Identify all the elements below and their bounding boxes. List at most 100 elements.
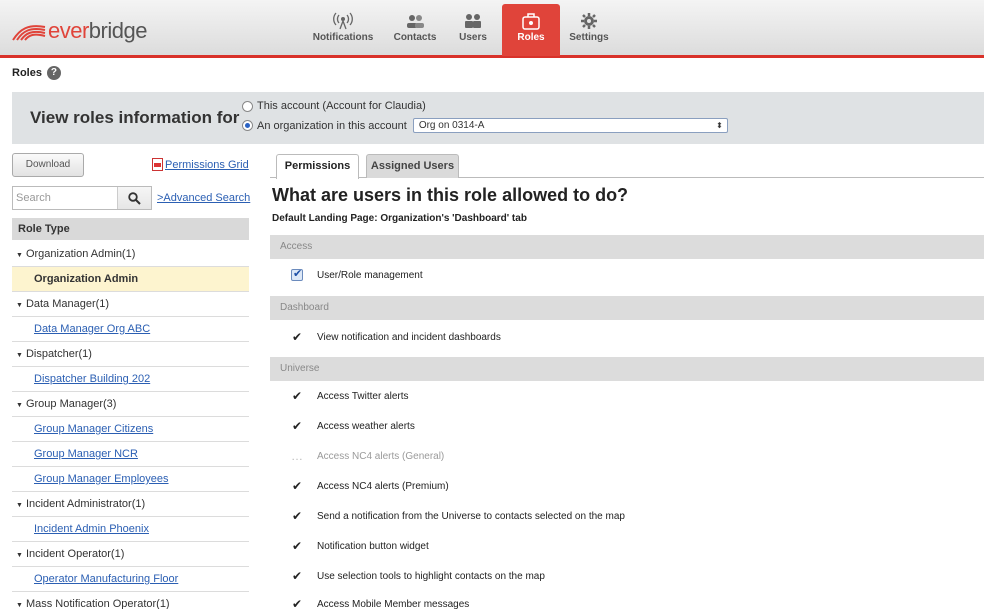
role-item-label[interactable]: Incident Admin Phoenix [34,523,149,535]
tab-assigned-users[interactable]: Assigned Users [366,154,459,178]
search-button[interactable] [117,187,151,209]
role-item-label[interactable]: Organization Admin [34,273,138,285]
users-icon [463,10,483,32]
nav-label: Notifications [312,32,374,43]
page-title: Roles ? [12,66,61,80]
role-type-header: Role Type [12,218,249,240]
role-item-link[interactable]: Operator Manufacturing Floor [12,567,249,592]
permission-label: Notification button widget [317,540,429,552]
broadcast-icon [333,10,353,32]
checkbox-checked[interactable] [291,267,303,281]
permission-row: … Access NC4 alerts (General) [290,449,444,463]
permission-row: ✔ Use selection tools to highlight contac… [290,569,545,583]
role-group-label: Group Manager(3) [25,398,117,410]
role-item-label[interactable]: Operator Manufacturing Floor [34,573,178,585]
radio-this-account[interactable]: This account (Account for Claudia) [242,100,426,112]
role-group[interactable]: ▼ Organization Admin(1) [12,242,249,267]
role-group-label: Dispatcher(1) [25,348,92,360]
permission-row: ✔ View notification and incident dashboar… [290,330,501,344]
nav-notifications[interactable]: Notifications [300,4,386,56]
nav-label: Settings [569,32,609,43]
search-icon [128,191,141,205]
nav-label: Contacts [393,32,437,43]
role-item-link[interactable]: Dispatcher Building 202 [12,367,249,392]
help-icon[interactable]: ? [46,66,61,80]
permission-row[interactable]: User/Role management [290,267,423,281]
permission-label: Access NC4 alerts (Premium) [317,480,449,492]
top-bar: everbridge Notifications Contacts Users … [0,0,984,58]
radio-organization[interactable]: An organization in this account Org on 0… [242,118,728,133]
permission-label: Access Twitter alerts [317,390,409,402]
checkmark-icon: ✔ [291,509,303,523]
role-group[interactable]: ▼ Dispatcher(1) [12,342,249,367]
permission-label: Access weather alerts [317,420,415,432]
role-group[interactable]: ▼ Incident Operator(1) [12,542,249,567]
role-item-label[interactable]: Group Manager Citizens [34,423,153,435]
permissions-grid-link[interactable]: Permissions Grid [152,158,249,171]
permission-checkbox[interactable] [290,267,304,281]
download-button[interactable]: Download [12,153,84,177]
role-group[interactable]: ▼ Group Manager(3) [12,392,249,417]
role-group-label: Incident Administrator(1) [25,498,146,510]
role-group-label: Organization Admin(1) [25,248,136,260]
role-item-label[interactable]: Group Manager NCR [34,448,138,460]
expand-triangle-icon[interactable]: ▼ [16,402,23,409]
nav-users[interactable]: Users [444,4,502,56]
not-granted-icon: … [291,449,303,463]
radio-label: This account (Account for Claudia) [257,100,426,112]
organization-select-value: Org on 0314-A [418,120,485,131]
organization-select[interactable]: Org on 0314-A ⬍ [412,118,728,133]
role-item-link[interactable]: Group Manager Employees [12,467,249,492]
role-item-label[interactable]: Data Manager Org ABC [34,323,150,335]
nav-settings[interactable]: Settings [560,4,618,56]
view-roles-title: View roles information for [30,108,240,127]
section-header-dashboard: Dashboard [270,296,984,320]
permission-row: ✔ Access NC4 alerts (Premium) [290,479,449,493]
radio-button-selected[interactable] [242,120,253,131]
role-item-link[interactable]: Incident Admin Phoenix [12,517,249,542]
role-item-link[interactable]: Data Manager Org ABC [12,317,249,342]
contacts-icon [405,10,425,32]
tab-permissions[interactable]: Permissions [276,154,359,179]
expand-triangle-icon[interactable]: ▼ [16,352,23,359]
permission-row: ✔ Access Twitter alerts [290,389,409,403]
select-arrows-icon: ⬍ [716,121,723,130]
expand-triangle-icon[interactable]: ▼ [16,502,23,509]
checkmark-icon: ✔ [291,479,303,493]
logo-swoosh-icon [12,25,46,41]
logo-text-ever: ever [48,18,89,43]
radio-button[interactable] [242,100,253,112]
roles-icon [521,10,541,32]
checkmark-icon: ✔ [291,597,303,609]
role-item-selected[interactable]: Organization Admin [12,267,249,292]
permissions-grid-label[interactable]: Permissions Grid [165,159,249,171]
permissions-title: What are users in this role allowed to d… [272,185,629,205]
checkmark-icon: ✔ [291,419,303,433]
main-nav: Notifications Contacts Users Roles Setti… [300,4,618,56]
role-item-link[interactable]: Group Manager NCR [12,442,249,467]
expand-triangle-icon[interactable]: ▼ [16,252,23,259]
expand-triangle-icon[interactable]: ▼ [16,302,23,309]
expand-triangle-icon[interactable]: ▼ [16,602,23,609]
radio-label: An organization in this account [257,119,407,132]
nav-contacts[interactable]: Contacts [386,4,444,56]
advanced-search-link[interactable]: >Advanced Search [157,192,250,204]
role-item-label[interactable]: Group Manager Employees [34,473,169,485]
gear-icon [580,10,598,32]
pdf-icon [152,158,163,171]
permission-row: ✔ Notification button widget [290,539,429,553]
role-group[interactable]: ▼ Incident Administrator(1) [12,492,249,517]
view-roles-band: View roles information for This account … [12,92,984,144]
role-group-label: Mass Notification Operator(1) [25,598,170,609]
permission-label: Access Mobile Member messages [317,598,470,609]
expand-triangle-icon[interactable]: ▼ [16,552,23,559]
default-landing-page: Default Landing Page: Organization's 'Da… [272,213,527,224]
role-group-label: Data Manager(1) [25,298,110,310]
role-group[interactable]: ▼ Mass Notification Operator(1) [12,592,249,609]
nav-roles[interactable]: Roles [502,4,560,56]
role-item-link[interactable]: Group Manager Citizens [12,417,249,442]
permission-label: View notification and incident dashboard… [317,331,501,343]
everbridge-logo[interactable]: everbridge [12,18,147,44]
role-group[interactable]: ▼ Data Manager(1) [12,292,249,317]
role-item-label[interactable]: Dispatcher Building 202 [34,373,150,385]
